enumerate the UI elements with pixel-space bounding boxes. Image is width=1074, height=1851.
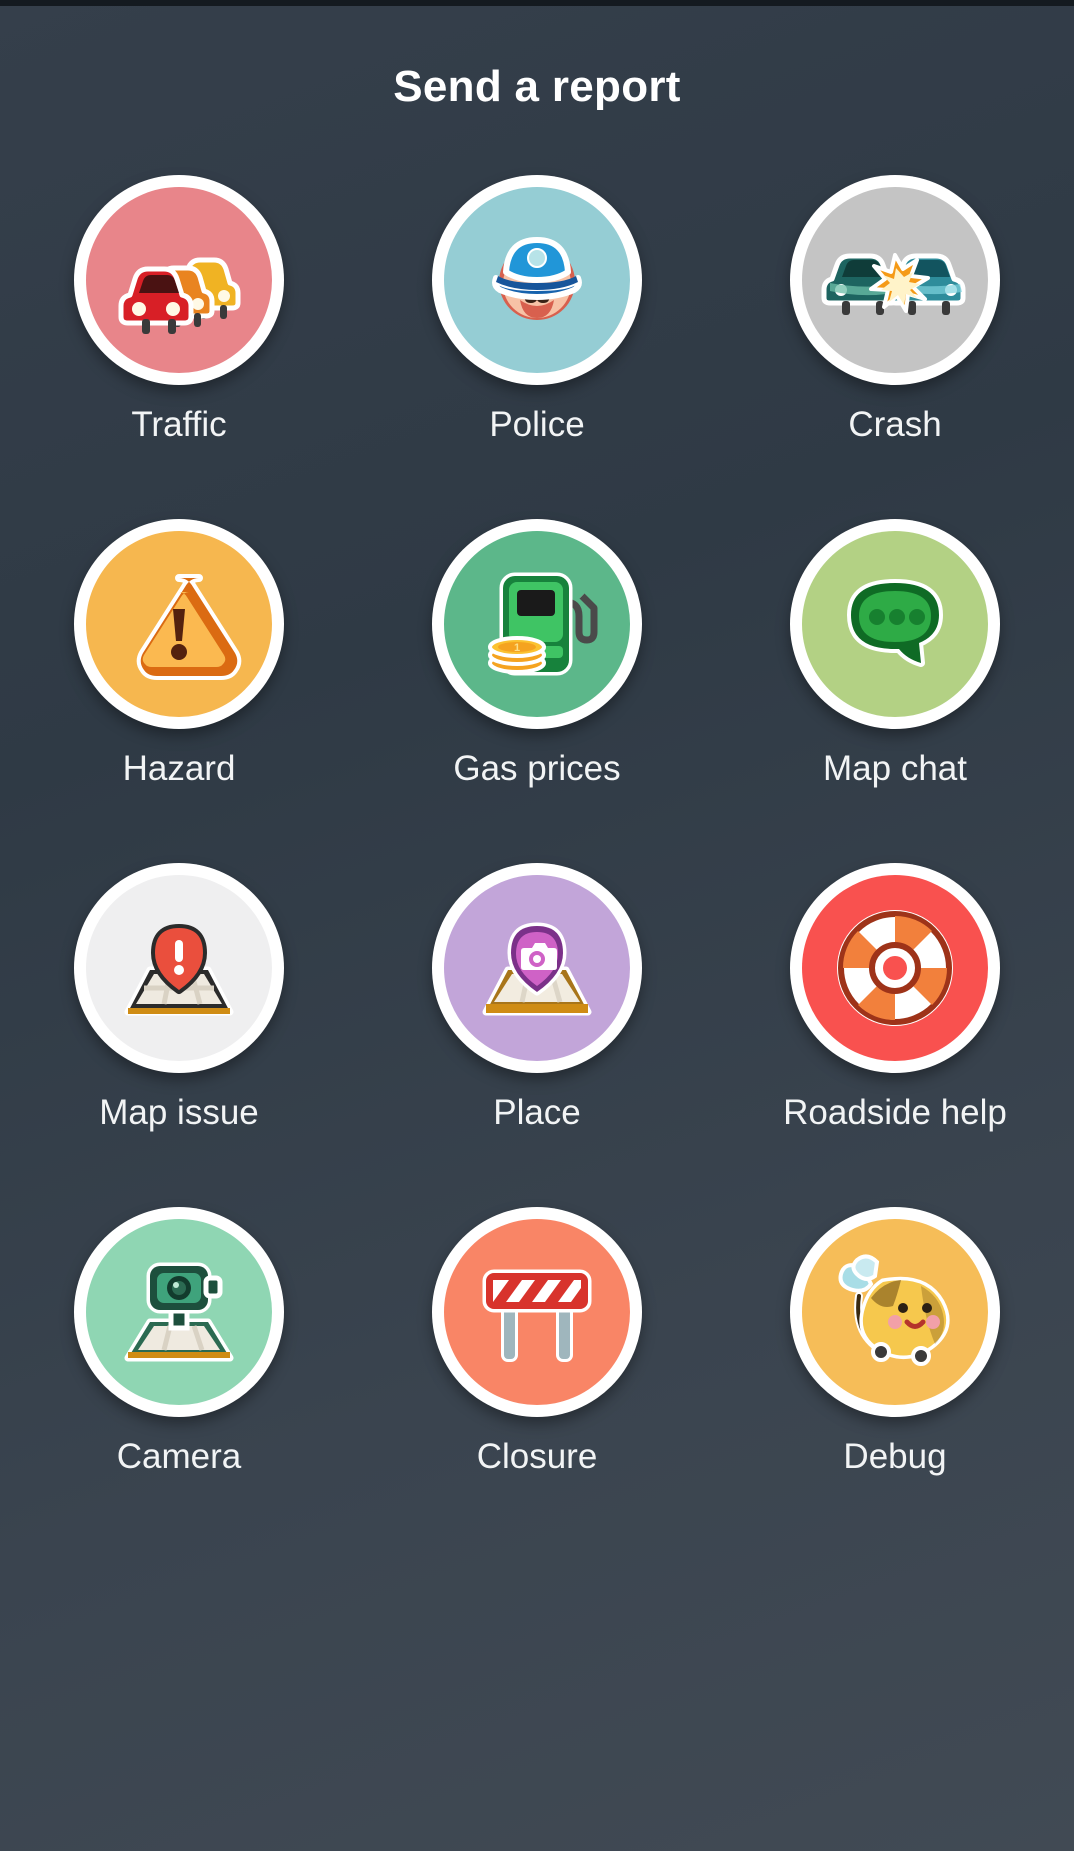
icon-ring [432,863,642,1073]
icon-disc-traffic [86,187,272,373]
report-option-place[interactable]: Place [392,863,682,1207]
icon-ring [790,175,1000,385]
report-option-roadside-help[interactable]: Roadside help [750,863,1040,1207]
report-option-camera[interactable]: Camera [34,1207,324,1551]
report-type-grid: Traffic Police Crash Hazard 1 Gas prices… [0,175,1074,1551]
report-option-crash[interactable]: Crash [750,175,1040,519]
police-officer-icon [492,237,582,320]
bee-icon [838,1254,950,1366]
report-option-label: Police [489,405,585,444]
report-option-police[interactable]: Police [392,175,682,519]
icon-disc-map-issue [86,875,272,1061]
report-option-label: Place [493,1093,581,1132]
report-option-label: Map issue [99,1093,259,1132]
icon-disc-roadside-help [802,875,988,1061]
icon-ring [790,863,1000,1073]
report-option-label: Gas prices [453,749,621,788]
report-option-hazard[interactable]: Hazard [34,519,324,863]
icon-disc-map-chat [802,531,988,717]
status-bar [0,0,1074,6]
report-option-label: Hazard [122,749,236,788]
life-ring-icon [837,910,953,1026]
report-option-label: Closure [476,1437,598,1476]
map-pin-camera-icon [482,922,592,1016]
icon-ring [790,1207,1000,1417]
icon-ring: 1 [432,519,642,729]
icon-ring [790,519,1000,729]
report-option-label: Debug [843,1437,947,1476]
icon-ring [74,519,284,729]
icon-ring [74,863,284,1073]
icon-disc-hazard [86,531,272,717]
chat-bubble-icon [847,579,943,667]
car-crash-icon [821,253,966,315]
speed-camera-icon [124,1262,234,1362]
report-option-traffic[interactable]: Traffic [34,175,324,519]
report-option-label: Crash [848,405,942,444]
warning-triangle-icon [136,574,242,680]
report-option-map-issue[interactable]: Map issue [34,863,324,1207]
report-option-label: Map chat [823,749,967,788]
report-option-label: Camera [116,1437,242,1476]
report-option-gas-prices[interactable]: 1 Gas prices [392,519,682,863]
icon-disc-closure [444,1219,630,1405]
gas-pump-coins-icon: 1 [487,572,597,675]
map-pin-alert-icon [124,924,234,1016]
icon-ring [74,175,284,385]
traffic-cars-icon [118,257,241,334]
report-option-label: Traffic [131,405,227,444]
icon-ring [432,175,642,385]
road-barrier-icon [482,1269,592,1362]
icon-disc-camera [86,1219,272,1405]
icon-disc-debug [802,1219,988,1405]
icon-disc-gas-prices: 1 [444,531,630,717]
icon-ring [432,1207,642,1417]
page-title: Send a report [393,62,681,111]
svg-text:1: 1 [513,642,519,654]
report-option-debug[interactable]: Debug [750,1207,1040,1551]
icon-disc-place [444,875,630,1061]
report-option-label: Roadside help [783,1093,1007,1132]
icon-ring [74,1207,284,1417]
report-option-closure[interactable]: Closure [392,1207,682,1551]
icon-disc-police [444,187,630,373]
icon-disc-crash [802,187,988,373]
report-option-map-chat[interactable]: Map chat [750,519,1040,863]
